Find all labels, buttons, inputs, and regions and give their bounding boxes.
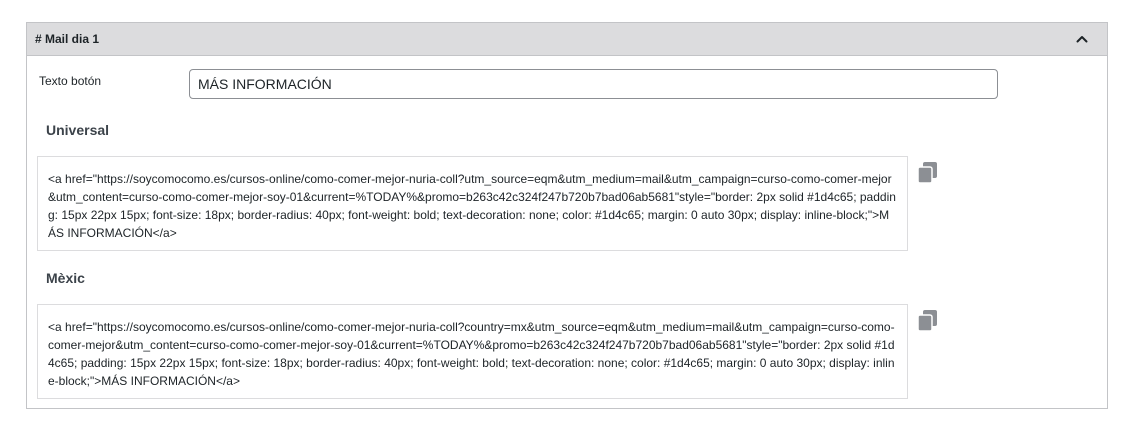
copy-icon[interactable]	[915, 160, 941, 186]
panel-header[interactable]: # Mail dia 1	[27, 23, 1107, 56]
button-text-label: Texto botón	[39, 74, 102, 88]
mail-panel: # Mail dia 1 Texto botón Universal <a hr…	[26, 22, 1108, 409]
section-title-mexic: Mèxic	[46, 270, 85, 286]
chevron-up-icon[interactable]	[1073, 30, 1091, 48]
code-box-mexic[interactable]: <a href="https://soycomocomo.es/cursos-o…	[37, 304, 908, 399]
panel-title: # Mail dia 1	[35, 32, 100, 46]
button-text-input[interactable]	[189, 69, 998, 99]
section-title-universal: Universal	[46, 122, 110, 138]
copy-icon[interactable]	[915, 308, 941, 334]
code-box-universal[interactable]: <a href="https://soycomocomo.es/cursos-o…	[37, 156, 908, 251]
button-text-row: Texto botón	[27, 69, 1107, 101]
